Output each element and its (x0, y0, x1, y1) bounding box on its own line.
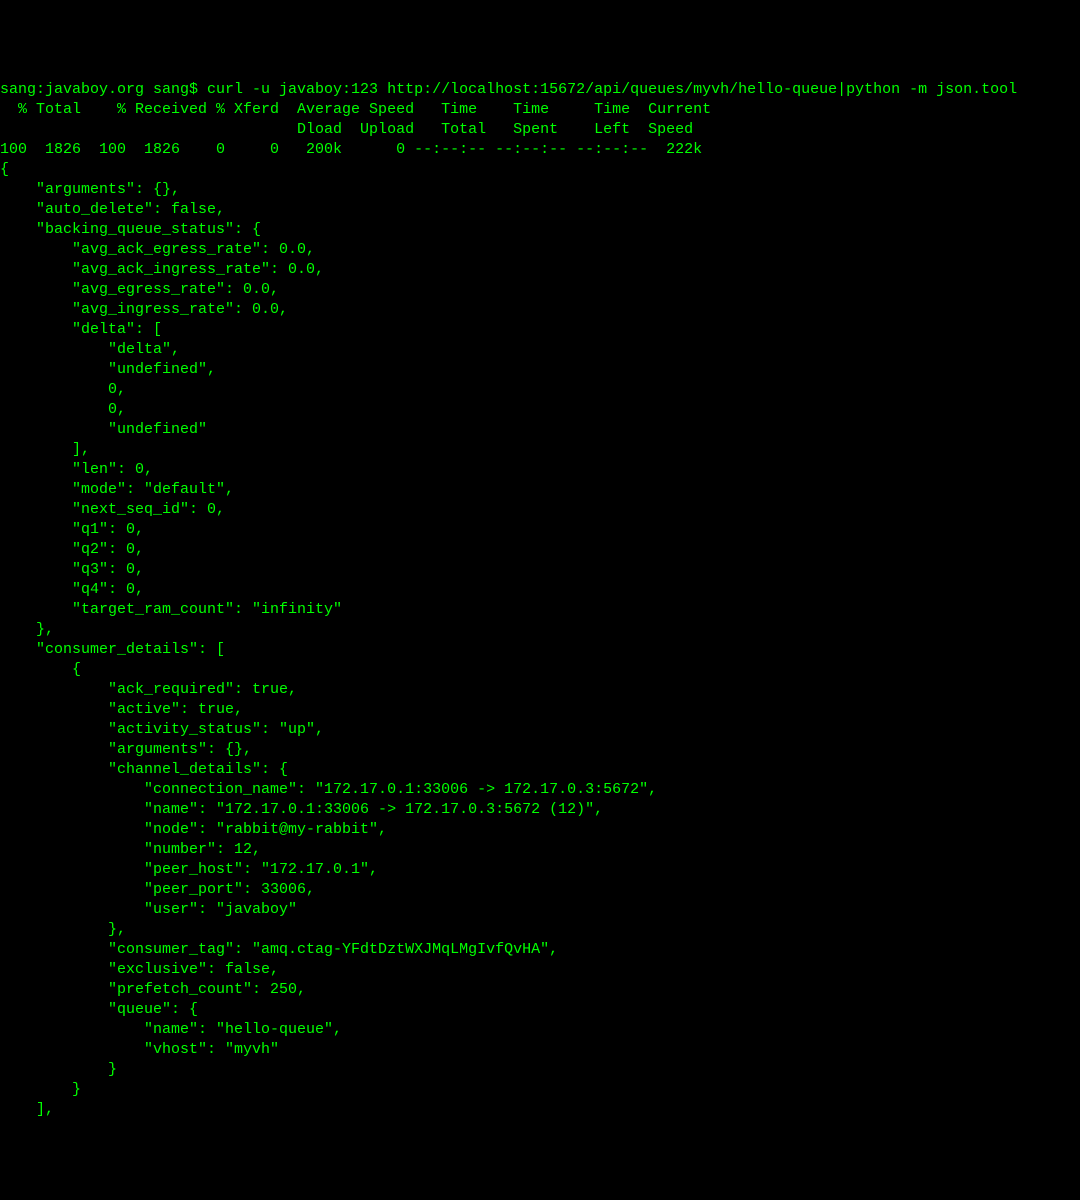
curl-progress-stats: 100 1826 100 1826 0 0 200k 0 --:--:-- --… (0, 141, 702, 158)
json-output: { "arguments": {}, "auto_delete": false,… (0, 161, 657, 1118)
curl-progress-header-1: % Total % Received % Xferd Average Speed… (0, 101, 711, 118)
curl-progress-header-2: Dload Upload Total Spent Left Speed (0, 121, 693, 138)
terminal-output[interactable]: sang:javaboy.org sang$ curl -u javaboy:1… (0, 80, 1080, 1120)
prompt-line: sang:javaboy.org sang$ curl -u javaboy:1… (0, 81, 1017, 98)
